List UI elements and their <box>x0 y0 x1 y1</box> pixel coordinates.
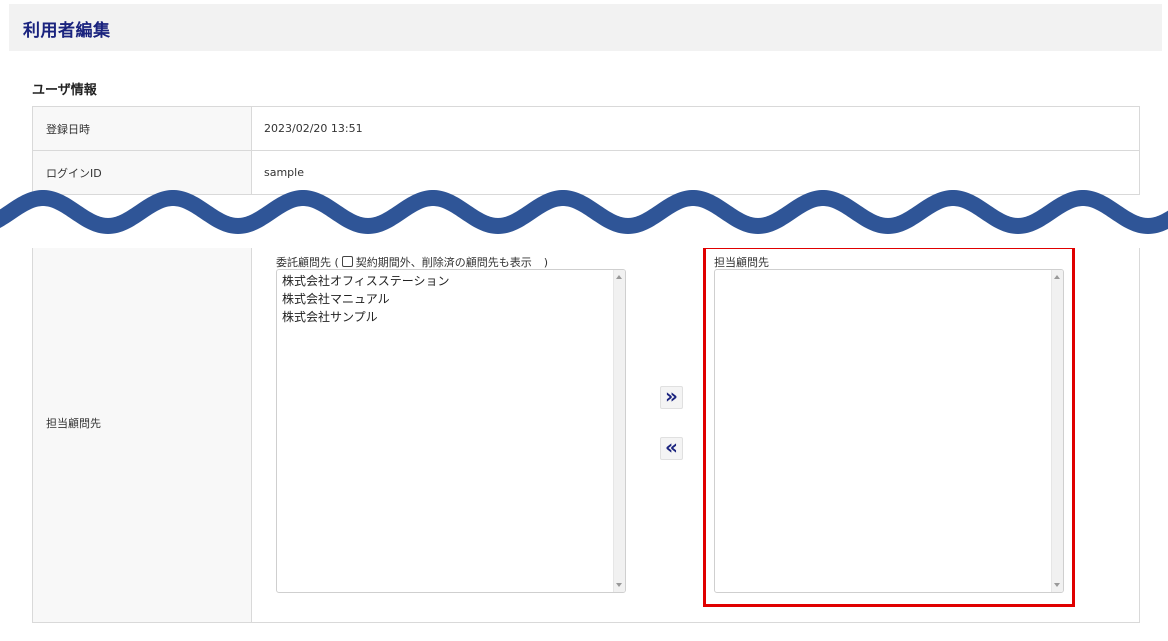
assignment-label-cell: 担当顧問先 <box>33 218 252 622</box>
assigned-list-caption: 担当顧問先 <box>714 256 769 269</box>
list-item[interactable]: 株式会社オフィスステーション <box>282 272 450 290</box>
add-client-button[interactable]: » <box>660 386 683 409</box>
registered-at-value: 2023/02/20 13:51 <box>251 106 1140 151</box>
assigned-list-scrollbar[interactable] <box>1051 270 1063 592</box>
page-header: 利用者編集 <box>9 4 1162 51</box>
section-title: ユーザ情報 <box>32 83 97 98</box>
client-list-caption-prefix: 委託顧問先 ( <box>276 256 339 269</box>
client-list-caption: 委託顧問先 ( 契約期間外、削除済の顧問先も表示) <box>276 254 548 270</box>
list-item[interactable]: 株式会社マニュアル <box>282 290 450 308</box>
assigned-listbox[interactable] <box>714 269 1064 593</box>
scroll-up-icon[interactable] <box>1054 275 1060 279</box>
scroll-down-icon[interactable] <box>1054 583 1060 587</box>
registered-at-label: 登録日時 <box>32 106 252 151</box>
client-list-caption-suffix: ) <box>543 256 549 269</box>
show-inactive-checkbox[interactable] <box>341 256 353 267</box>
remove-client-button[interactable]: « <box>660 437 683 460</box>
table-row: 登録日時 2023/02/20 13:51 <box>32 106 1140 151</box>
list-item[interactable]: 株式会社サンプル <box>282 308 450 326</box>
assignment-label: 担当顧問先 <box>46 417 101 430</box>
show-inactive-label[interactable]: 契約期間外、削除済の顧問先も表示 <box>356 256 532 269</box>
client-options: 株式会社オフィスステーション 株式会社マニュアル 株式会社サンプル <box>282 272 450 326</box>
scroll-down-icon[interactable] <box>616 583 622 587</box>
page-break-wave <box>0 190 1168 248</box>
scroll-up-icon[interactable] <box>616 275 622 279</box>
client-listbox[interactable]: 株式会社オフィスステーション 株式会社マニュアル 株式会社サンプル <box>276 269 626 593</box>
page-title: 利用者編集 <box>23 21 111 41</box>
client-list-scrollbar[interactable] <box>613 270 625 592</box>
